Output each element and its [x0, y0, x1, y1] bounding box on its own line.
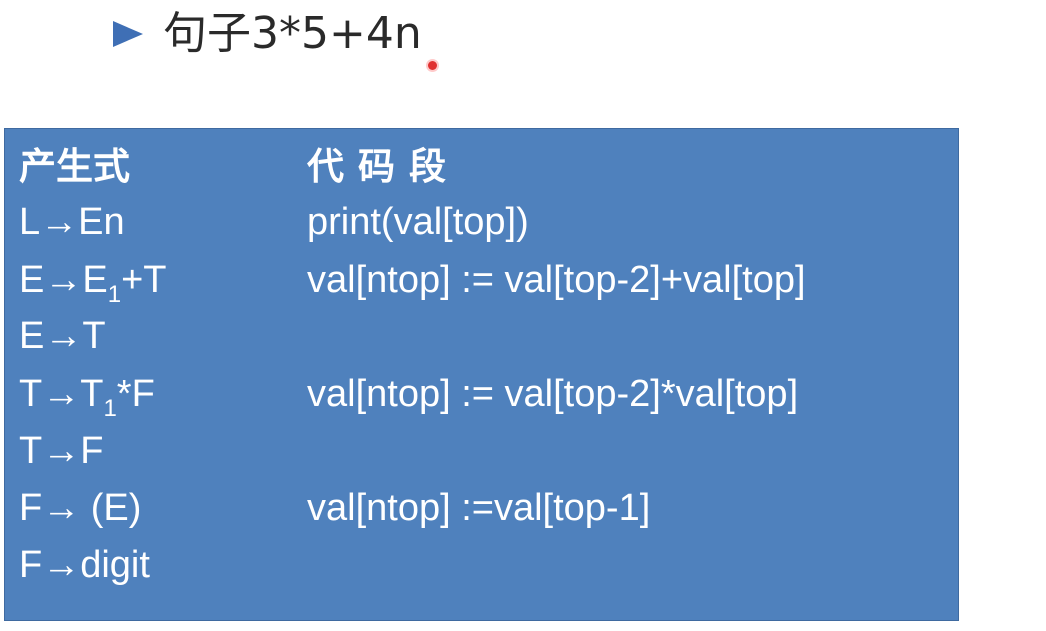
- sentence-text: 句子3*5+4n: [163, 8, 422, 59]
- production-cell: L→En: [19, 201, 125, 243]
- table-row: T→T1*F val[ntop] := val[top-2]*val[top]: [5, 370, 958, 422]
- code-cell: val[ntop] :=val[top-1]: [307, 487, 651, 529]
- production-cell: F→digit: [19, 544, 150, 586]
- production-table: 产生式 代码段 L→En print(val[top]) E→E1+T val[…: [4, 128, 959, 621]
- production-cell: T→F: [19, 430, 104, 472]
- header-code: 代码段: [307, 145, 460, 188]
- bullet-line: 句子3*5+4n: [113, 4, 422, 64]
- table-header-row: 产生式 代码段: [5, 143, 958, 191]
- table-row: F→digit: [5, 541, 958, 589]
- code-cell: val[ntop] := val[top-2]*val[top]: [307, 373, 799, 415]
- production-cell: T→T1*F: [19, 373, 155, 422]
- subscript: 1: [103, 395, 117, 422]
- table-row: F→ (E) val[ntop] :=val[top-1]: [5, 484, 958, 532]
- triangle-bullet-icon: [113, 21, 143, 47]
- table-row: L→En print(val[top]): [5, 198, 958, 246]
- subscript: 1: [107, 281, 122, 308]
- cursor-pointer-icon: [428, 61, 437, 70]
- table-row: T→F: [5, 427, 958, 475]
- production-cell: E→T: [19, 315, 106, 357]
- code-cell: print(val[top]): [307, 201, 529, 243]
- table-row: E→T: [5, 312, 958, 360]
- header-production: 产生式: [19, 145, 130, 188]
- table-row: E→E1+T val[ntop] := val[top-2]+val[top]: [5, 256, 958, 308]
- code-cell: val[ntop] := val[top-2]+val[top]: [307, 259, 806, 301]
- production-cell: F→ (E): [19, 487, 142, 529]
- production-cell: E→E1+T: [19, 259, 167, 308]
